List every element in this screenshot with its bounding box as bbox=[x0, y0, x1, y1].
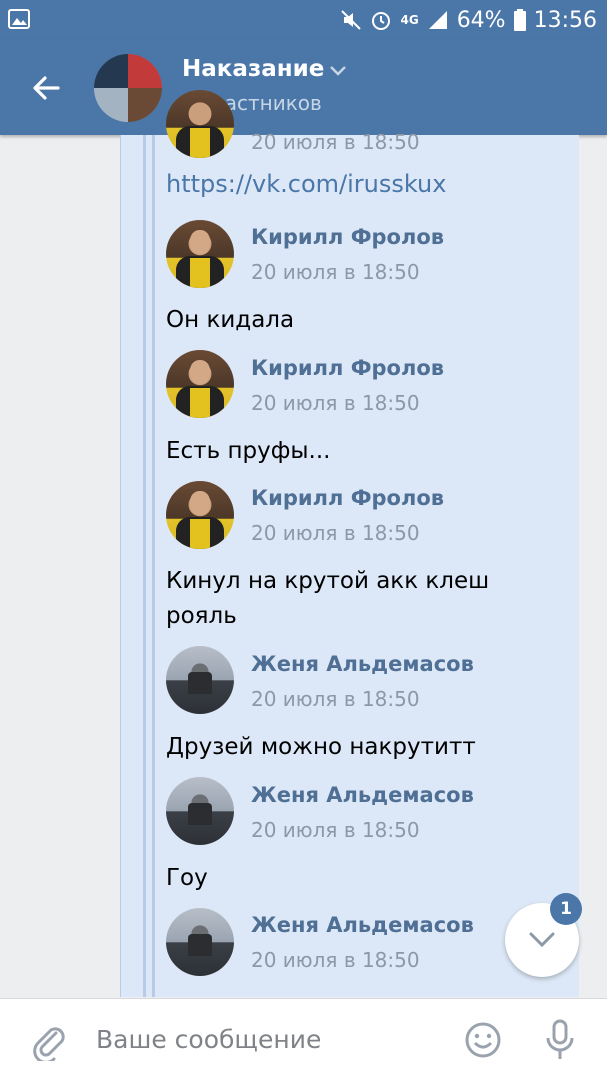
message-author[interactable]: Кирилл Фролов bbox=[251, 356, 444, 380]
smile-icon[interactable] bbox=[464, 1021, 502, 1059]
battery-icon bbox=[513, 9, 526, 31]
mute-icon bbox=[341, 10, 362, 30]
network-label: 4G bbox=[400, 13, 419, 27]
unread-badge: 1 bbox=[550, 893, 582, 925]
avatar[interactable] bbox=[166, 481, 234, 549]
message-composer: Ваше сообщение bbox=[0, 998, 607, 1081]
message-author[interactable]: Кирилл Фролов bbox=[251, 486, 444, 510]
microphone-icon[interactable] bbox=[545, 1019, 575, 1061]
avatar-figure bbox=[188, 934, 212, 956]
message-date: 20 июля в 18:50 bbox=[251, 391, 420, 415]
avatar-figure bbox=[188, 803, 212, 825]
alarm-icon bbox=[372, 12, 391, 30]
chevron-down-icon bbox=[529, 932, 555, 948]
message-link[interactable]: https://vk.com/irusskux bbox=[166, 170, 446, 198]
forward-indent-line bbox=[152, 135, 155, 997]
message-text: Он кидала bbox=[166, 307, 295, 333]
avatar[interactable] bbox=[166, 777, 234, 845]
avatar[interactable] bbox=[166, 350, 234, 418]
message-text: Друзей можно накрутитт bbox=[166, 734, 476, 760]
status-bar: 4G 64% 13:56 bbox=[0, 0, 607, 40]
attach-icon[interactable] bbox=[30, 1021, 66, 1061]
avatar-figure bbox=[190, 388, 210, 418]
header-cover bbox=[0, 40, 607, 135]
message-text: Есть пруфы... bbox=[166, 438, 331, 464]
message-date: 20 июля в 18:50 bbox=[251, 818, 420, 842]
forward-indent-line bbox=[143, 135, 146, 997]
message-author[interactable]: Кирилл Фролов bbox=[251, 225, 444, 249]
message-author[interactable]: Женя Альдемасов bbox=[251, 913, 474, 937]
avatar-figure bbox=[190, 519, 210, 549]
avatar-figure bbox=[190, 258, 210, 288]
avatar[interactable] bbox=[166, 220, 234, 288]
battery-percent: 64% bbox=[456, 7, 506, 33]
avatar-figure bbox=[190, 491, 210, 515]
message-author[interactable]: Женя Альдемасов bbox=[251, 783, 474, 807]
message-date: 20 июля в 18:50 bbox=[251, 521, 420, 545]
message-text: Кинул на крутой акк клеш рояль bbox=[166, 568, 490, 629]
signal-icon bbox=[428, 11, 447, 29]
avatar[interactable] bbox=[166, 908, 234, 976]
clock: 13:56 bbox=[533, 7, 597, 33]
message-date: 20 июля в 18:50 bbox=[251, 687, 420, 711]
avatar-figure bbox=[188, 672, 212, 694]
message-input[interactable]: Ваше сообщение bbox=[96, 1025, 321, 1054]
message-text: Гоу bbox=[166, 865, 208, 891]
gallery-icon bbox=[8, 9, 30, 29]
avatar[interactable] bbox=[166, 646, 234, 714]
message-date: 20 июля в 18:50 bbox=[251, 260, 420, 284]
message-author[interactable]: Женя Альдемасов bbox=[251, 652, 474, 676]
avatar-figure bbox=[190, 360, 210, 384]
avatar-figure bbox=[190, 230, 210, 254]
message-date: 20 июля в 18:50 bbox=[251, 948, 420, 972]
